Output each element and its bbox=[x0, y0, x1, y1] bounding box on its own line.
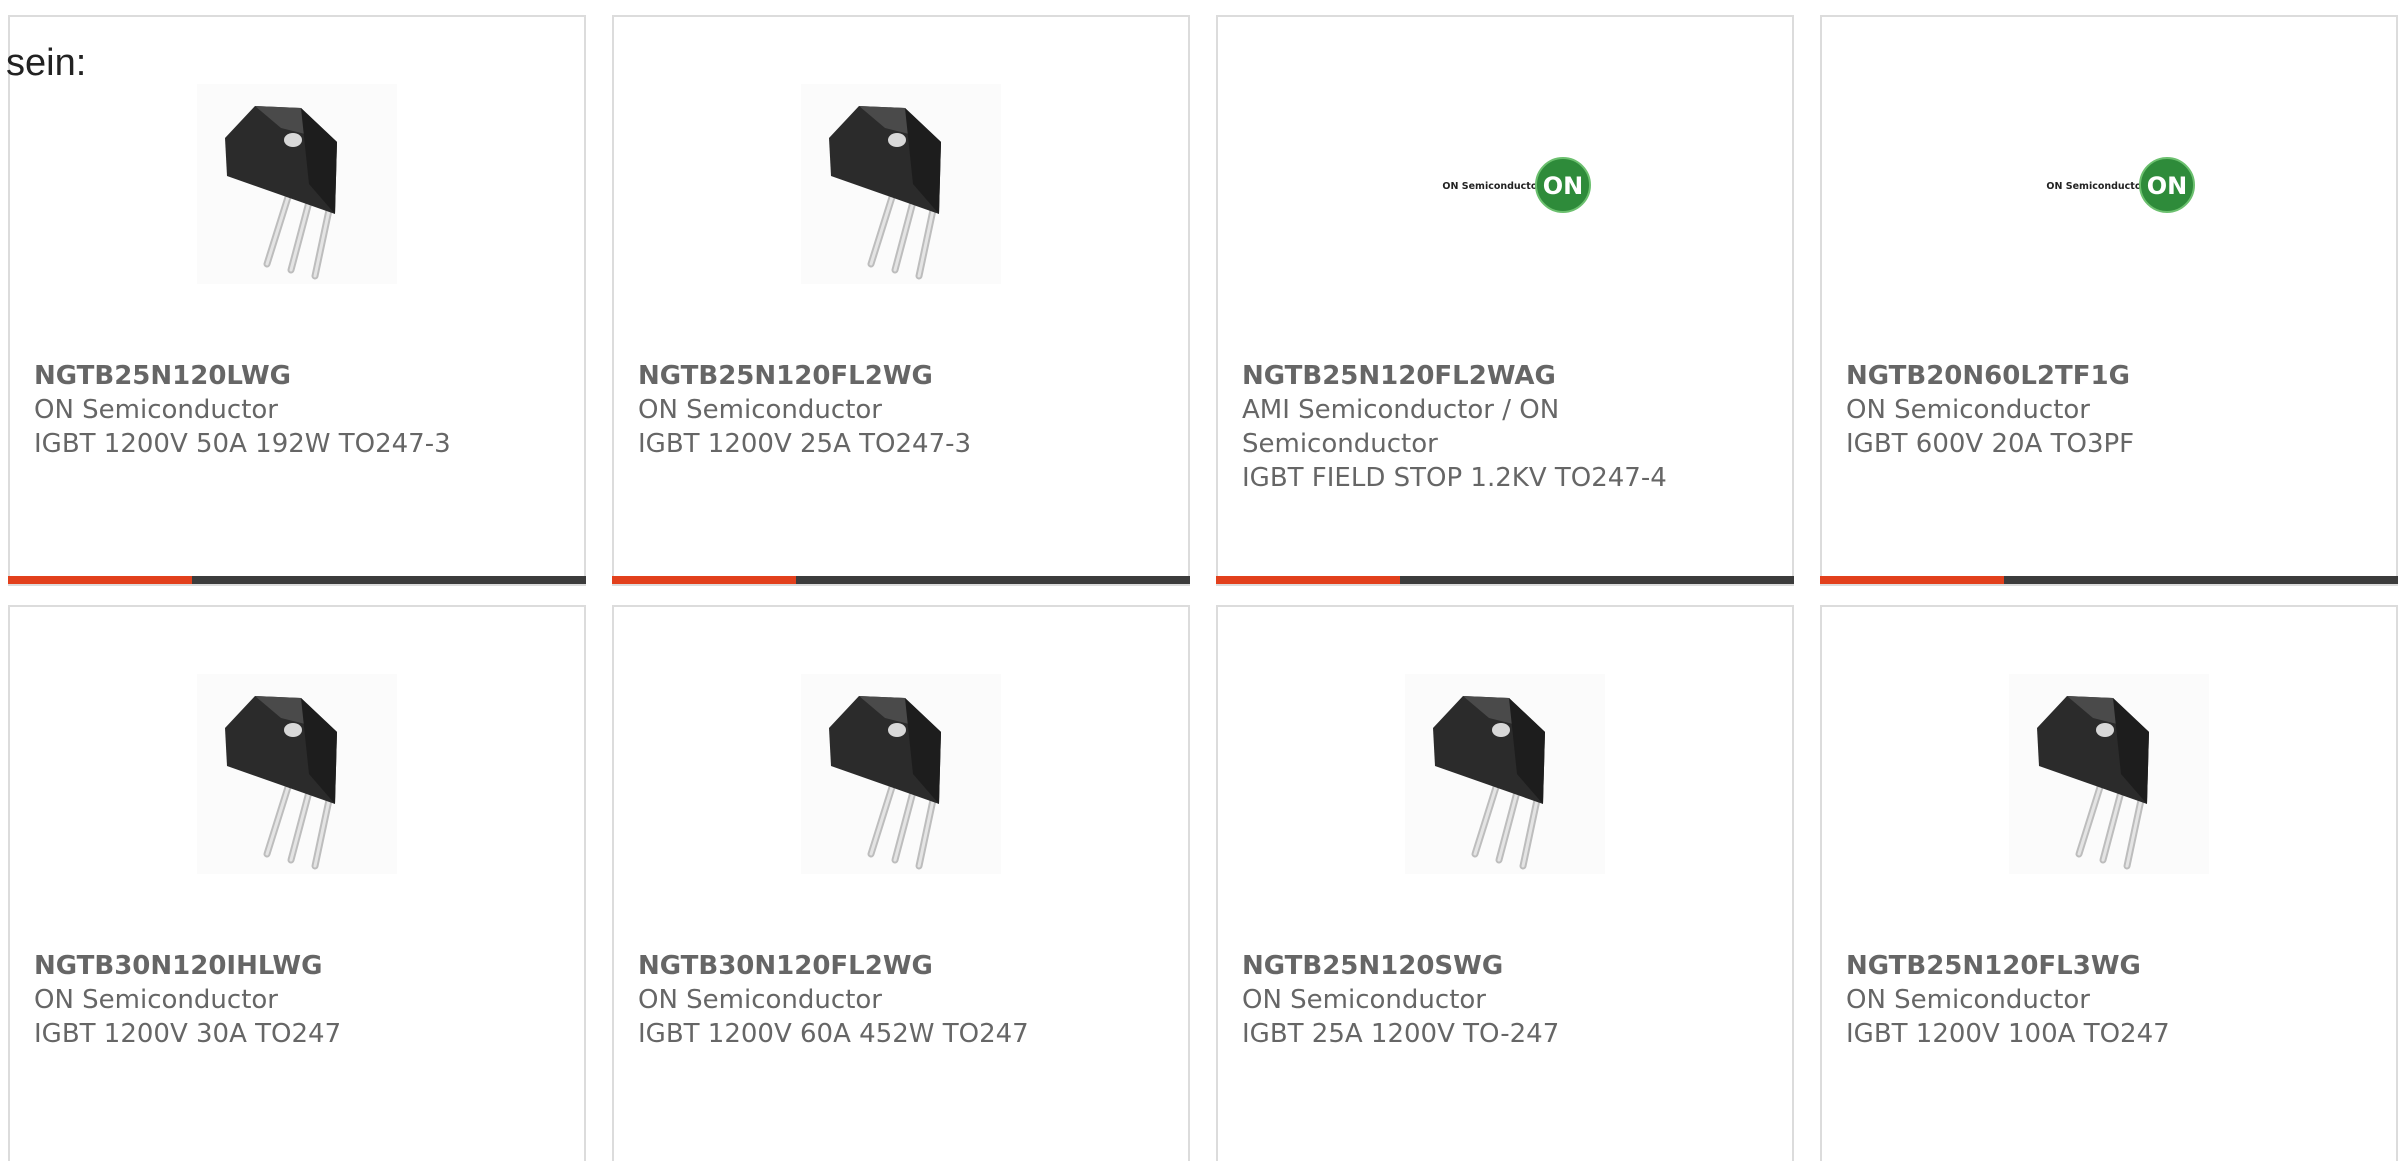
on-semiconductor-logo: ON Semiconductor® ON bbox=[2046, 157, 2195, 213]
manufacturer: ON Semiconductor bbox=[1846, 985, 2090, 1015]
to247-transistor-icon bbox=[2037, 696, 2149, 870]
manufacturer: AMI Semiconductor / ON Semiconductor bbox=[1242, 395, 1560, 459]
product-card[interactable]: NGTB25N120FL3WG ON Semiconductor IGBT 12… bbox=[1820, 605, 2398, 1161]
part-number[interactable]: NGTB30N120IHLWG bbox=[34, 949, 554, 983]
product-info: NGTB30N120IHLWG ON Semiconductor IGBT 12… bbox=[34, 949, 554, 1051]
product-info: NGTB25N120FL2WAG AMI Semiconductor / ON … bbox=[1242, 359, 1762, 495]
to247-transistor-icon bbox=[829, 696, 941, 870]
to247-transistor-icon bbox=[225, 106, 337, 280]
product-image[interactable] bbox=[197, 84, 397, 284]
product-description: IGBT 1200V 60A 452W TO247 bbox=[638, 1019, 1029, 1049]
manufacturer: ON Semiconductor bbox=[34, 395, 278, 425]
product-description: IGBT 1200V 100A TO247 bbox=[1846, 1019, 2170, 1049]
product-description: IGBT 1200V 25A TO247-3 bbox=[638, 429, 972, 459]
card-bottom-bar bbox=[1216, 576, 1794, 584]
product-image[interactable] bbox=[197, 674, 397, 874]
product-description: IGBT 25A 1200V TO-247 bbox=[1242, 1019, 1560, 1049]
card-accent-bar bbox=[1820, 576, 2004, 584]
product-description: IGBT 600V 20A TO3PF bbox=[1846, 429, 2135, 459]
product-info: NGTB25N120LWG ON Semiconductor IGBT 1200… bbox=[34, 359, 554, 461]
product-description: IGBT 1200V 30A TO247 bbox=[34, 1019, 342, 1049]
part-number[interactable]: NGTB25N120LWG bbox=[34, 359, 554, 393]
product-card[interactable]: ON Semiconductor® ON NGTB20N60L2TF1G ON … bbox=[1820, 15, 2398, 586]
product-image[interactable] bbox=[801, 84, 1001, 284]
card-accent-bar bbox=[8, 576, 192, 584]
product-card[interactable]: NGTB25N120FL2WG ON Semiconductor IGBT 12… bbox=[612, 15, 1190, 586]
manufacturer: ON Semiconductor bbox=[1846, 395, 2090, 425]
product-image[interactable]: ON Semiconductor® ON bbox=[1405, 84, 1605, 284]
card-bottom-bar bbox=[8, 576, 586, 584]
card-bottom-bar bbox=[1820, 576, 2398, 584]
product-card[interactable]: NGTB30N120FL2WG ON Semiconductor IGBT 12… bbox=[612, 605, 1190, 1161]
product-info: NGTB25N120FL3WG ON Semiconductor IGBT 12… bbox=[1846, 949, 2366, 1051]
svg-text:ON: ON bbox=[2147, 172, 2188, 200]
part-number[interactable]: NGTB20N60L2TF1G bbox=[1846, 359, 2366, 393]
product-image[interactable] bbox=[801, 674, 1001, 874]
page: sein: NGTB25N120LWG ON Semiconductor IGB… bbox=[0, 0, 2400, 1161]
on-semiconductor-logo: ON Semiconductor® ON bbox=[1442, 157, 1591, 213]
product-info: NGTB25N120FL2WG ON Semiconductor IGBT 12… bbox=[638, 359, 1158, 461]
part-number[interactable]: NGTB25N120FL2WG bbox=[638, 359, 1158, 393]
to247-transistor-icon bbox=[1433, 696, 1545, 870]
product-card[interactable]: NGTB25N120LWG ON Semiconductor IGBT 1200… bbox=[8, 15, 586, 586]
to247-transistor-icon bbox=[225, 696, 337, 870]
part-number[interactable]: NGTB30N120FL2WG bbox=[638, 949, 1158, 983]
product-description: IGBT 1200V 50A 192W TO247-3 bbox=[34, 429, 451, 459]
manufacturer: ON Semiconductor bbox=[34, 985, 278, 1015]
product-info: NGTB25N120SWG ON Semiconductor IGBT 25A … bbox=[1242, 949, 1762, 1051]
svg-text:ON: ON bbox=[1543, 172, 1584, 200]
part-number[interactable]: NGTB25N120FL3WG bbox=[1846, 949, 2366, 983]
product-image[interactable]: ON Semiconductor® ON bbox=[2009, 84, 2209, 284]
product-info: NGTB20N60L2TF1G ON Semiconductor IGBT 60… bbox=[1846, 359, 2366, 461]
part-number[interactable]: NGTB25N120SWG bbox=[1242, 949, 1762, 983]
manufacturer: ON Semiconductor bbox=[638, 395, 882, 425]
product-image[interactable] bbox=[1405, 674, 1605, 874]
manufacturer: ON Semiconductor bbox=[1242, 985, 1486, 1015]
card-accent-bar bbox=[612, 576, 796, 584]
card-bottom-bar bbox=[612, 576, 1190, 584]
product-info: NGTB30N120FL2WG ON Semiconductor IGBT 12… bbox=[638, 949, 1158, 1051]
product-image[interactable] bbox=[2009, 674, 2209, 874]
product-card[interactable]: NGTB25N120SWG ON Semiconductor IGBT 25A … bbox=[1216, 605, 1794, 1161]
product-grid: NGTB25N120LWG ON Semiconductor IGBT 1200… bbox=[8, 15, 2398, 1161]
product-description: IGBT FIELD STOP 1.2KV TO247-4 bbox=[1242, 463, 1667, 493]
product-card[interactable]: ON Semiconductor® ON NGTB25N120FL2WAG AM… bbox=[1216, 15, 1794, 586]
manufacturer: ON Semiconductor bbox=[638, 985, 882, 1015]
card-accent-bar bbox=[1216, 576, 1400, 584]
product-card[interactable]: NGTB30N120IHLWG ON Semiconductor IGBT 12… bbox=[8, 605, 586, 1161]
to247-transistor-icon bbox=[829, 106, 941, 280]
intro-text: sein: bbox=[6, 42, 87, 84]
part-number[interactable]: NGTB25N120FL2WAG bbox=[1242, 359, 1762, 393]
